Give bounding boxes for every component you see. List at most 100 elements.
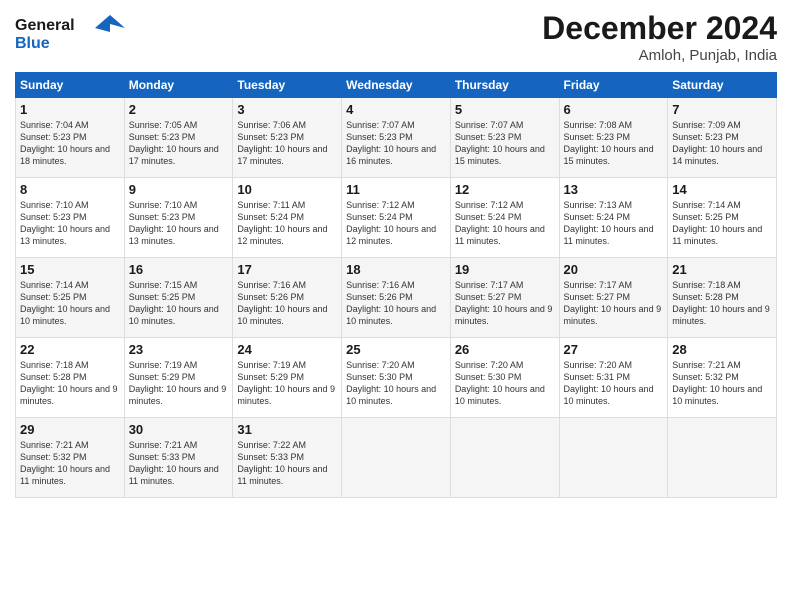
day-info: Sunrise: 7:06 AMSunset: 5:23 PMDaylight:… — [237, 119, 337, 168]
weekday-header: Thursday — [450, 73, 559, 98]
day-info: Sunrise: 7:18 AMSunset: 5:28 PMDaylight:… — [20, 359, 120, 408]
logo: General Blue — [15, 10, 125, 60]
calendar-day-cell — [450, 418, 559, 498]
day-info: Sunrise: 7:10 AMSunset: 5:23 PMDaylight:… — [129, 199, 229, 248]
day-number: 23 — [129, 342, 229, 357]
weekday-header: Friday — [559, 73, 668, 98]
weekday-header: Monday — [124, 73, 233, 98]
day-info: Sunrise: 7:09 AMSunset: 5:23 PMDaylight:… — [672, 119, 772, 168]
calendar-day-cell: 2 Sunrise: 7:05 AMSunset: 5:23 PMDaylight… — [124, 98, 233, 178]
calendar-day-cell: 13Sunrise: 7:13 AMSunset: 5:24 PMDayligh… — [559, 178, 668, 258]
day-number: 19 — [455, 262, 555, 277]
calendar-day-cell: 10 Sunrise: 7:11 AMSunset: 5:24 PMDayligh… — [233, 178, 342, 258]
calendar-week-row: 1 Sunrise: 7:04 AMSunset: 5:23 PMDaylight… — [16, 98, 777, 178]
calendar-day-cell: 25Sunrise: 7:20 AMSunset: 5:30 PMDayligh… — [342, 338, 451, 418]
calendar-day-cell: 8 Sunrise: 7:10 AMSunset: 5:23 PMDaylight… — [16, 178, 125, 258]
day-info: Sunrise: 7:04 AMSunset: 5:23 PMDaylight:… — [20, 119, 120, 168]
day-number: 20 — [564, 262, 664, 277]
calendar-week-row: 8 Sunrise: 7:10 AMSunset: 5:23 PMDaylight… — [16, 178, 777, 258]
day-number: 8 — [20, 182, 120, 197]
day-number: 10 — [237, 182, 337, 197]
calendar-day-cell: 29Sunrise: 7:21 AMSunset: 5:32 PMDayligh… — [16, 418, 125, 498]
day-number: 15 — [20, 262, 120, 277]
day-number: 3 — [237, 102, 337, 117]
calendar-day-cell: 5 Sunrise: 7:07 AMSunset: 5:23 PMDaylight… — [450, 98, 559, 178]
calendar-day-cell: 27Sunrise: 7:20 AMSunset: 5:31 PMDayligh… — [559, 338, 668, 418]
page-container: General Blue December 2024 Amloh, Punjab… — [0, 0, 792, 508]
day-number: 7 — [672, 102, 772, 117]
day-number: 31 — [237, 422, 337, 437]
weekday-header: Wednesday — [342, 73, 451, 98]
page-header: General Blue December 2024 Amloh, Punjab… — [15, 10, 777, 64]
calendar-day-cell — [668, 418, 777, 498]
calendar-day-cell: 24Sunrise: 7:19 AMSunset: 5:29 PMDayligh… — [233, 338, 342, 418]
weekday-header: Tuesday — [233, 73, 342, 98]
day-info: Sunrise: 7:07 AMSunset: 5:23 PMDaylight:… — [455, 119, 555, 168]
day-info: Sunrise: 7:15 AMSunset: 5:25 PMDaylight:… — [129, 279, 229, 328]
day-info: Sunrise: 7:14 AMSunset: 5:25 PMDaylight:… — [20, 279, 120, 328]
calendar-day-cell: 14 Sunrise: 7:14 AMSunset: 5:25 PMDayligh… — [668, 178, 777, 258]
day-number: 14 — [672, 182, 772, 197]
day-number: 12 — [455, 182, 555, 197]
calendar-week-row: 29Sunrise: 7:21 AMSunset: 5:32 PMDayligh… — [16, 418, 777, 498]
calendar-day-cell: 1 Sunrise: 7:04 AMSunset: 5:23 PMDaylight… — [16, 98, 125, 178]
calendar-day-cell: 16 Sunrise: 7:15 AMSunset: 5:25 PMDayligh… — [124, 258, 233, 338]
day-number: 18 — [346, 262, 446, 277]
day-info: Sunrise: 7:19 AMSunset: 5:29 PMDaylight:… — [129, 359, 229, 408]
calendar-day-cell: 11 Sunrise: 7:12 AMSunset: 5:24 PMDayligh… — [342, 178, 451, 258]
day-info: Sunrise: 7:14 AMSunset: 5:25 PMDaylight:… — [672, 199, 772, 248]
day-number: 6 — [564, 102, 664, 117]
day-number: 25 — [346, 342, 446, 357]
day-info: Sunrise: 7:07 AMSunset: 5:23 PMDaylight:… — [346, 119, 446, 168]
day-number: 5 — [455, 102, 555, 117]
day-info: Sunrise: 7:20 AMSunset: 5:30 PMDaylight:… — [455, 359, 555, 408]
weekday-header: Sunday — [16, 73, 125, 98]
day-info: Sunrise: 7:10 AMSunset: 5:23 PMDaylight:… — [20, 199, 120, 248]
day-number: 30 — [129, 422, 229, 437]
calendar-day-cell: 12 Sunrise: 7:12 AMSunset: 5:24 PMDayligh… — [450, 178, 559, 258]
calendar-day-cell: 30 Sunrise: 7:21 AMSunset: 5:33 PMDayligh… — [124, 418, 233, 498]
day-info: Sunrise: 7:12 AMSunset: 5:24 PMDaylight:… — [455, 199, 555, 248]
day-info: Sunrise: 7:21 AMSunset: 5:33 PMDaylight:… — [129, 439, 229, 488]
day-info: Sunrise: 7:05 AMSunset: 5:23 PMDaylight:… — [129, 119, 229, 168]
day-number: 27 — [564, 342, 664, 357]
day-number: 21 — [672, 262, 772, 277]
day-number: 16 — [129, 262, 229, 277]
day-number: 26 — [455, 342, 555, 357]
calendar-day-cell: 17 Sunrise: 7:16 AMSunset: 5:26 PMDayligh… — [233, 258, 342, 338]
day-info: Sunrise: 7:17 AMSunset: 5:27 PMDaylight:… — [564, 279, 664, 328]
calendar-day-cell: 20 Sunrise: 7:17 AMSunset: 5:27 PMDayligh… — [559, 258, 668, 338]
day-info: Sunrise: 7:11 AMSunset: 5:24 PMDaylight:… — [237, 199, 337, 248]
day-info: Sunrise: 7:21 AMSunset: 5:32 PMDaylight:… — [672, 359, 772, 408]
day-number: 17 — [237, 262, 337, 277]
day-info: Sunrise: 7:17 AMSunset: 5:27 PMDaylight:… — [455, 279, 555, 328]
logo-svg: General Blue — [15, 10, 125, 55]
day-info: Sunrise: 7:19 AMSunset: 5:29 PMDaylight:… — [237, 359, 337, 408]
day-info: Sunrise: 7:12 AMSunset: 5:24 PMDaylight:… — [346, 199, 446, 248]
day-number: 9 — [129, 182, 229, 197]
calendar-day-cell: 21Sunrise: 7:18 AMSunset: 5:28 PMDayligh… — [668, 258, 777, 338]
month-title: December 2024 — [542, 10, 777, 47]
calendar-header-row: SundayMondayTuesdayWednesdayThursdayFrid… — [16, 73, 777, 98]
calendar-day-cell: 15 Sunrise: 7:14 AMSunset: 5:25 PMDayligh… — [16, 258, 125, 338]
calendar-day-cell: 23 Sunrise: 7:19 AMSunset: 5:29 PMDayligh… — [124, 338, 233, 418]
day-info: Sunrise: 7:16 AMSunset: 5:26 PMDaylight:… — [237, 279, 337, 328]
calendar-table: SundayMondayTuesdayWednesdayThursdayFrid… — [15, 72, 777, 498]
calendar-day-cell: 6Sunrise: 7:08 AMSunset: 5:23 PMDaylight… — [559, 98, 668, 178]
day-number: 22 — [20, 342, 120, 357]
day-info: Sunrise: 7:13 AMSunset: 5:24 PMDaylight:… — [564, 199, 664, 248]
day-number: 4 — [346, 102, 446, 117]
calendar-day-cell: 19 Sunrise: 7:17 AMSunset: 5:27 PMDayligh… — [450, 258, 559, 338]
day-number: 11 — [346, 182, 446, 197]
day-info: Sunrise: 7:22 AMSunset: 5:33 PMDaylight:… — [237, 439, 337, 488]
location-text: Amloh, Punjab, India — [542, 47, 777, 64]
calendar-day-cell — [559, 418, 668, 498]
calendar-day-cell: 28 Sunrise: 7:21 AMSunset: 5:32 PMDayligh… — [668, 338, 777, 418]
day-number: 28 — [672, 342, 772, 357]
day-number: 2 — [129, 102, 229, 117]
calendar-week-row: 15 Sunrise: 7:14 AMSunset: 5:25 PMDayligh… — [16, 258, 777, 338]
calendar-day-cell: 31 Sunrise: 7:22 AMSunset: 5:33 PMDayligh… — [233, 418, 342, 498]
calendar-day-cell: 22 Sunrise: 7:18 AMSunset: 5:28 PMDayligh… — [16, 338, 125, 418]
calendar-day-cell: 4 Sunrise: 7:07 AMSunset: 5:23 PMDaylight… — [342, 98, 451, 178]
day-number: 1 — [20, 102, 120, 117]
